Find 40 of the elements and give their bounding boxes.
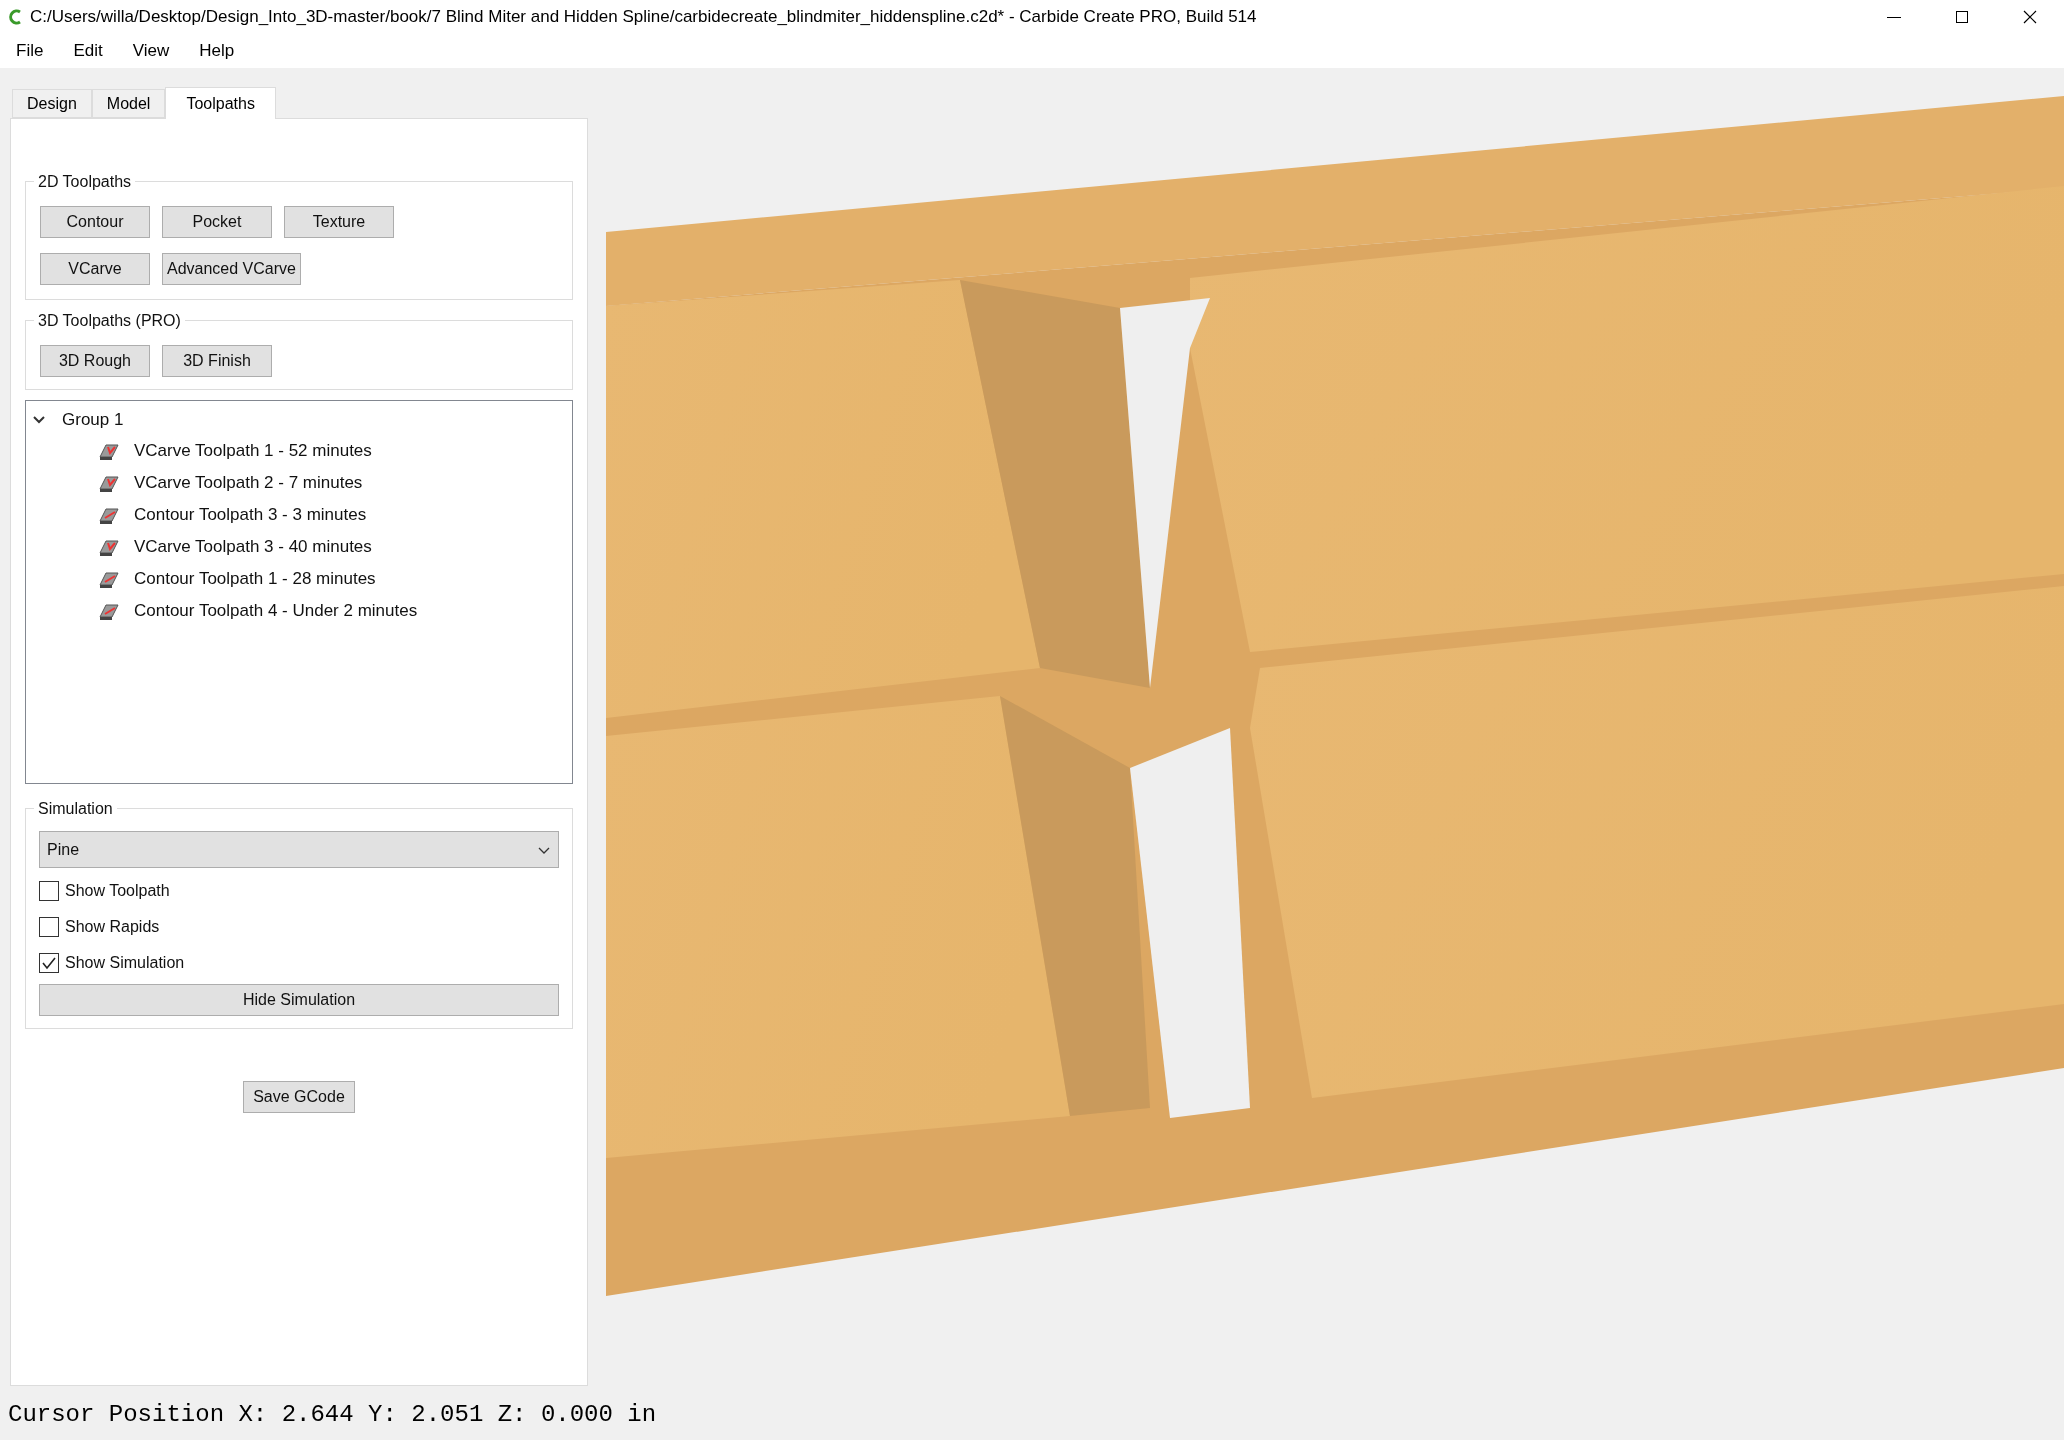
toolpath-item[interactable]: Contour Toolpath 1 - 28 minutes	[134, 566, 376, 592]
contour-toolpath-icon	[98, 569, 120, 589]
vcarve-toolpath-icon	[98, 441, 120, 461]
vcarve-toolpath-icon	[98, 473, 120, 493]
toolpath-item[interactable]: VCarve Toolpath 1 - 52 minutes	[134, 438, 372, 464]
toolpath-item[interactable]: Contour Toolpath 3 - 3 minutes	[134, 502, 367, 528]
checkbox[interactable]	[39, 953, 59, 973]
save-gcode-button[interactable]: Save GCode	[243, 1081, 355, 1113]
toolpath-button[interactable]: 3D Finish	[162, 345, 272, 377]
tab[interactable]: Design	[12, 89, 92, 118]
checkbox[interactable]	[39, 881, 59, 901]
contour-toolpath-icon	[98, 505, 120, 525]
cursor-position-text: Cursor Position X: 2.644 Y: 2.051 Z: 0.000 in	[8, 1400, 657, 1430]
menu-item[interactable]: Help	[191, 38, 243, 64]
checkbox-label: Show Toolpath	[65, 881, 170, 901]
vcarve-toolpath-icon	[98, 537, 120, 557]
app-logo-icon	[8, 9, 22, 25]
material-dropdown[interactable]: Pine	[39, 831, 559, 868]
tab[interactable]: Model	[91, 89, 166, 118]
toolpath-button[interactable]: 3D Rough	[40, 345, 150, 377]
toolpath-button[interactable]: VCarve	[40, 253, 150, 285]
window-title: C:/Users/willa/Desktop/Design_Into_3D-master/book/7 Blind Miter and Hidden Spline/carbidecreate_blindmiter_hiddenspline.c2d* - Carbide Create PRO, Build 514	[30, 6, 1257, 29]
menu-item[interactable]: Edit	[65, 38, 111, 64]
toolpath-button[interactable]: Pocket	[162, 206, 272, 238]
checkbox[interactable]	[39, 917, 59, 937]
toolpath-button[interactable]: Contour	[40, 206, 150, 238]
tree-group-label[interactable]: Group 1	[62, 407, 124, 433]
toolpath-item[interactable]: VCarve Toolpath 3 - 40 minutes	[134, 534, 372, 560]
toolpath-button[interactable]: Advanced VCarve	[162, 253, 301, 285]
toolpath-button[interactable]: Texture	[284, 206, 394, 238]
checkbox-label: Show Rapids	[65, 917, 160, 937]
toolpath-item[interactable]: VCarve Toolpath 2 - 7 minutes	[134, 470, 363, 496]
checkbox-label: Show Simulation	[65, 953, 185, 973]
contour-toolpath-icon	[98, 601, 120, 621]
dropdown-value: Pine	[47, 839, 80, 860]
toolpath-item[interactable]: Contour Toolpath 4 - Under 2 minutes	[134, 598, 418, 624]
hide-simulation-button[interactable]: Hide Simulation	[39, 984, 559, 1016]
tab[interactable]: Toolpaths	[165, 87, 276, 119]
menu-item[interactable]: View	[124, 38, 178, 64]
menu-item[interactable]: File	[8, 38, 52, 64]
